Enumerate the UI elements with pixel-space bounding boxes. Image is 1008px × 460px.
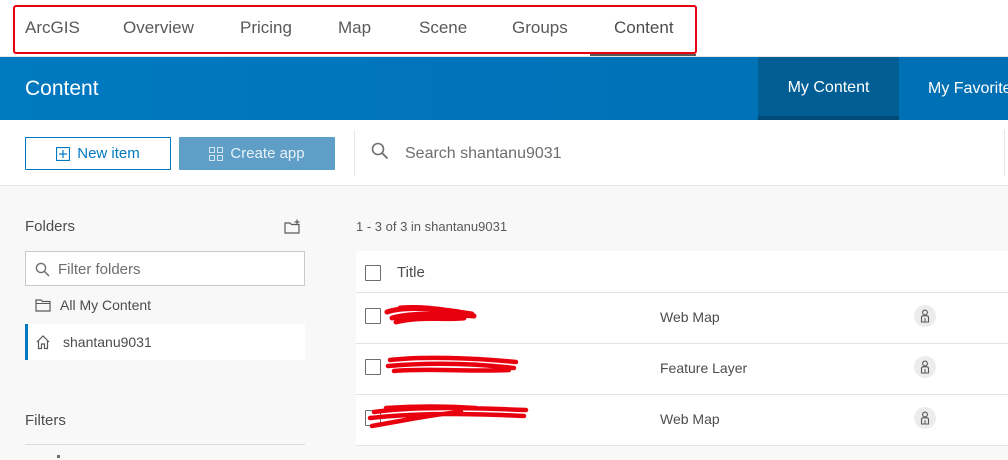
nav-overview[interactable]: Overview xyxy=(123,18,194,38)
table-header: Title xyxy=(356,251,1008,293)
nav-pricing[interactable]: Pricing xyxy=(240,18,292,38)
table-row[interactable]: Web Map xyxy=(356,395,1008,446)
person-icon xyxy=(914,305,936,327)
search-input[interactable] xyxy=(396,138,986,170)
folders-title: Folders xyxy=(25,218,76,235)
content-table: Title Web Map Feature Layer Web Map xyxy=(356,251,1008,446)
item-type: Web Map xyxy=(660,411,720,427)
nav-active-underline xyxy=(590,54,696,56)
new-item-button[interactable]: New item xyxy=(25,137,171,170)
item-type: Web Map xyxy=(660,309,720,325)
plus-square-icon xyxy=(56,146,71,161)
filter-folders-box xyxy=(25,251,305,286)
nav-content[interactable]: Content xyxy=(614,18,674,38)
create-app-button[interactable]: Create app xyxy=(179,137,335,170)
page-title: Content xyxy=(25,77,99,100)
nav-groups[interactable]: Groups xyxy=(512,18,568,38)
nav-arcgis[interactable]: ArcGIS xyxy=(25,18,80,38)
nav-map[interactable]: Map xyxy=(338,18,371,38)
folder-all-my-content[interactable]: All My Content xyxy=(25,287,305,323)
folder-shantanu9031[interactable]: shantanu9031 xyxy=(25,324,305,360)
top-nav: ArcGIS Overview Pricing Map Scene Groups… xyxy=(0,0,1008,57)
content-header: Content My Content My Favorite xyxy=(0,57,1008,120)
add-folder-icon[interactable] xyxy=(284,219,302,235)
search-icon xyxy=(35,262,50,277)
folder-icon xyxy=(25,298,60,312)
person-icon xyxy=(914,407,936,429)
tab-my-content[interactable]: My Content xyxy=(758,57,899,120)
home-icon xyxy=(28,334,63,350)
search-icon xyxy=(371,142,389,160)
folder-label: All My Content xyxy=(60,297,152,313)
toolbar-divider-right xyxy=(1004,130,1005,176)
create-app-label: Create app xyxy=(230,145,305,162)
row-checkbox[interactable] xyxy=(365,410,381,426)
tab-my-favorites[interactable]: My Favorite xyxy=(928,57,1008,120)
results-count: 1 - 3 of 3 in shantanu9031 xyxy=(356,219,508,234)
table-row[interactable]: Feature Layer xyxy=(356,344,1008,395)
toolbar-divider xyxy=(354,130,355,176)
row-checkbox[interactable] xyxy=(365,308,381,324)
folder-label: shantanu9031 xyxy=(63,334,152,350)
filter-folders-input[interactable] xyxy=(58,258,298,280)
person-icon xyxy=(914,356,936,378)
column-title[interactable]: Title xyxy=(397,264,425,281)
filters-divider xyxy=(25,444,305,445)
filters-expander-partial xyxy=(57,455,60,458)
filters-title: Filters xyxy=(25,412,66,429)
table-row[interactable]: Web Map xyxy=(356,293,1008,344)
grid-icon xyxy=(209,146,224,161)
select-all-checkbox[interactable] xyxy=(365,265,381,281)
content-toolbar: New item Create app xyxy=(0,120,1008,186)
nav-scene[interactable]: Scene xyxy=(419,18,467,38)
item-type: Feature Layer xyxy=(660,360,748,376)
new-item-label: New item xyxy=(77,145,140,162)
row-checkbox[interactable] xyxy=(365,359,381,375)
